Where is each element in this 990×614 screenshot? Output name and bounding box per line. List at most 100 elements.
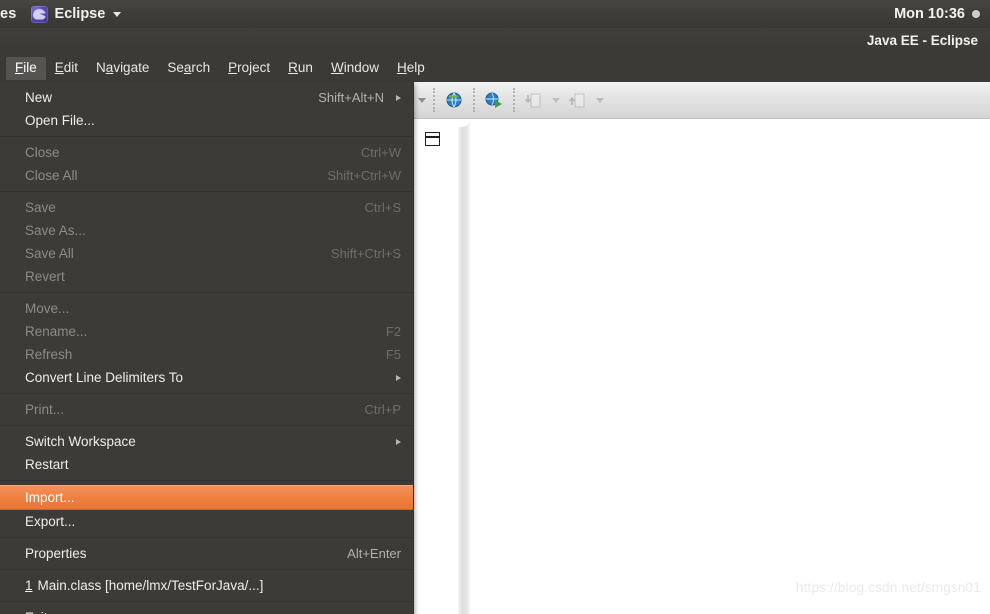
status-dot-icon[interactable] bbox=[972, 10, 980, 18]
menu-item-label: Close bbox=[25, 145, 60, 160]
menubar-item-file[interactable]: File bbox=[6, 57, 46, 80]
menu-item-properties[interactable]: Properties Alt+Enter bbox=[0, 542, 413, 565]
menu-item-shortcut: Ctrl+W bbox=[360, 145, 401, 160]
menu-item-export[interactable]: Export... bbox=[0, 510, 413, 533]
chevron-down-icon bbox=[113, 11, 122, 17]
menu-separator bbox=[0, 191, 413, 192]
file-menu-popup: New Shift+Alt+N Open File... Close Ctrl+W Clo… bbox=[0, 82, 414, 614]
menu-item-label: Refresh bbox=[25, 347, 73, 362]
sash-divider[interactable] bbox=[458, 119, 470, 614]
menubar-item-navigate[interactable]: Navigate bbox=[87, 57, 158, 80]
menu-item-switch-workspace[interactable]: Switch Workspace bbox=[0, 430, 413, 453]
menu-item-label: New bbox=[25, 90, 53, 105]
submenu-arrow-icon bbox=[396, 438, 401, 445]
toolbar-group-team bbox=[519, 82, 607, 118]
restore-view-icon[interactable] bbox=[425, 132, 440, 146]
menubar-item-search[interactable]: Search bbox=[158, 57, 219, 80]
menu-item-label: 1 Main.class [home/lmx/TestForJava/...] bbox=[25, 578, 264, 593]
menubar-item-edit[interactable]: Edit bbox=[46, 57, 87, 80]
toolbar-separator bbox=[513, 88, 515, 112]
menu-item-shortcut: Alt+Enter bbox=[347, 546, 401, 561]
eclipse-desktop-screenshot: es Eclipse Mon 10:36 Java EE - Eclipse F… bbox=[0, 0, 990, 614]
menu-separator bbox=[0, 292, 413, 293]
menu-item-label: Save All bbox=[25, 246, 74, 261]
check-in-dropdown-icon[interactable] bbox=[549, 87, 563, 113]
toolbar-separator bbox=[473, 88, 475, 112]
menu-item-label: Import... bbox=[25, 490, 75, 505]
menu-item-shortcut: Shift+Ctrl+S bbox=[330, 246, 401, 261]
menu-separator bbox=[0, 569, 413, 570]
menu-item-rename: Rename... F2 bbox=[0, 320, 413, 343]
menu-separator bbox=[0, 425, 413, 426]
menu-item-label: Save bbox=[25, 200, 56, 215]
menu-separator bbox=[0, 136, 413, 137]
menu-item-exit[interactable]: Exit bbox=[0, 606, 413, 614]
clock-indicator[interactable]: Mon 10:36 bbox=[894, 6, 965, 22]
menu-item-refresh: Refresh F5 bbox=[0, 343, 413, 366]
check-in-icon[interactable] bbox=[521, 87, 547, 113]
menu-item-label: Export... bbox=[25, 514, 76, 529]
submenu-arrow-icon bbox=[396, 374, 401, 381]
check-out-dropdown-icon[interactable] bbox=[593, 87, 607, 113]
menu-item-label: Properties bbox=[25, 546, 87, 561]
menu-item-label: Rename... bbox=[25, 324, 88, 339]
app-indicator-eclipse[interactable]: Eclipse bbox=[25, 0, 130, 28]
menu-item-import[interactable]: Import... bbox=[0, 485, 413, 510]
menu-item-save-all: Save All Shift+Ctrl+S bbox=[0, 242, 413, 265]
menu-item-label: Move... bbox=[25, 301, 70, 316]
menu-item-new[interactable]: New Shift+Alt+N bbox=[0, 86, 413, 109]
run-on-server-icon[interactable] bbox=[481, 87, 507, 113]
open-browser-icon[interactable] bbox=[441, 87, 467, 113]
menu-item-close-all: Close All Shift+Ctrl+W bbox=[0, 164, 413, 187]
menu-item-move: Move... bbox=[0, 297, 413, 320]
menu-separator bbox=[0, 480, 413, 481]
toolbar-separator bbox=[433, 88, 435, 112]
menu-item-shortcut: F5 bbox=[385, 347, 401, 362]
menu-item-shortcut: F2 bbox=[385, 324, 401, 339]
menu-item-open-file[interactable]: Open File... bbox=[0, 109, 413, 132]
check-out-icon[interactable] bbox=[565, 87, 591, 113]
menu-item-label: Print... bbox=[25, 402, 65, 417]
menu-item-label: Exit bbox=[25, 610, 401, 614]
menu-separator bbox=[0, 537, 413, 538]
menu-item-print: Print... Ctrl+P bbox=[0, 398, 413, 421]
menu-item-convert-line-delimiters-to[interactable]: Convert Line Delimiters To bbox=[0, 366, 413, 389]
menu-item-restart[interactable]: Restart bbox=[0, 453, 413, 476]
menu-item-shortcut: Ctrl+P bbox=[364, 402, 401, 417]
menu-item-revert: Revert bbox=[0, 265, 413, 288]
desktop-top-panel: es Eclipse Mon 10:36 bbox=[0, 0, 990, 28]
menubar: File Edit Navigate Search Project Run Window He… bbox=[0, 55, 990, 82]
menubar-item-help[interactable]: Help bbox=[388, 57, 434, 80]
menu-item-label: Restart bbox=[25, 457, 69, 472]
submenu-arrow-icon bbox=[396, 94, 401, 101]
menubar-item-window[interactable]: Window bbox=[322, 57, 388, 80]
menubar-item-run[interactable]: Run bbox=[279, 57, 322, 80]
menu-item-label: Close All bbox=[25, 168, 78, 183]
menu-item-label: Save As... bbox=[25, 223, 86, 238]
menu-separator bbox=[0, 601, 413, 602]
top-panel-right: Mon 10:36 bbox=[894, 0, 980, 28]
menu-item-label: Open File... bbox=[25, 113, 95, 128]
menu-item-shortcut: Shift+Ctrl+W bbox=[327, 168, 401, 183]
menu-separator bbox=[0, 393, 413, 394]
app-indicator-label: Eclipse bbox=[54, 6, 106, 22]
menu-item-shortcut: Ctrl+S bbox=[364, 200, 401, 215]
menu-item-save-as: Save As... bbox=[0, 219, 413, 242]
menu-item-label: Switch Workspace bbox=[25, 434, 136, 449]
editor-area[interactable] bbox=[470, 119, 990, 614]
new-element-dropdown-icon[interactable] bbox=[415, 87, 429, 113]
fast-view-bar[interactable] bbox=[414, 119, 458, 614]
window-title-bar: Java EE - Eclipse bbox=[0, 28, 990, 55]
menu-item-save: Save Ctrl+S bbox=[0, 196, 413, 219]
menubar-item-project[interactable]: Project bbox=[219, 57, 279, 80]
menu-item-main-class-home-lmx-testforjava[interactable]: 1 Main.class [home/lmx/TestForJava/...] bbox=[0, 574, 413, 597]
top-panel-left: es Eclipse bbox=[0, 0, 129, 28]
watermark-text: https://blog.csdn.net/smgsn01 bbox=[795, 580, 981, 595]
menu-item-shortcut: Shift+Alt+N bbox=[318, 90, 384, 105]
window-title: Java EE - Eclipse bbox=[866, 33, 978, 48]
toolbar-group-run-on-server bbox=[479, 82, 509, 118]
toolbar-group-browser bbox=[439, 82, 469, 118]
menu-item-label: Convert Line Delimiters To bbox=[25, 370, 184, 385]
menu-item-label: Revert bbox=[25, 269, 65, 284]
truncated-menu-label[interactable]: es bbox=[0, 6, 25, 22]
